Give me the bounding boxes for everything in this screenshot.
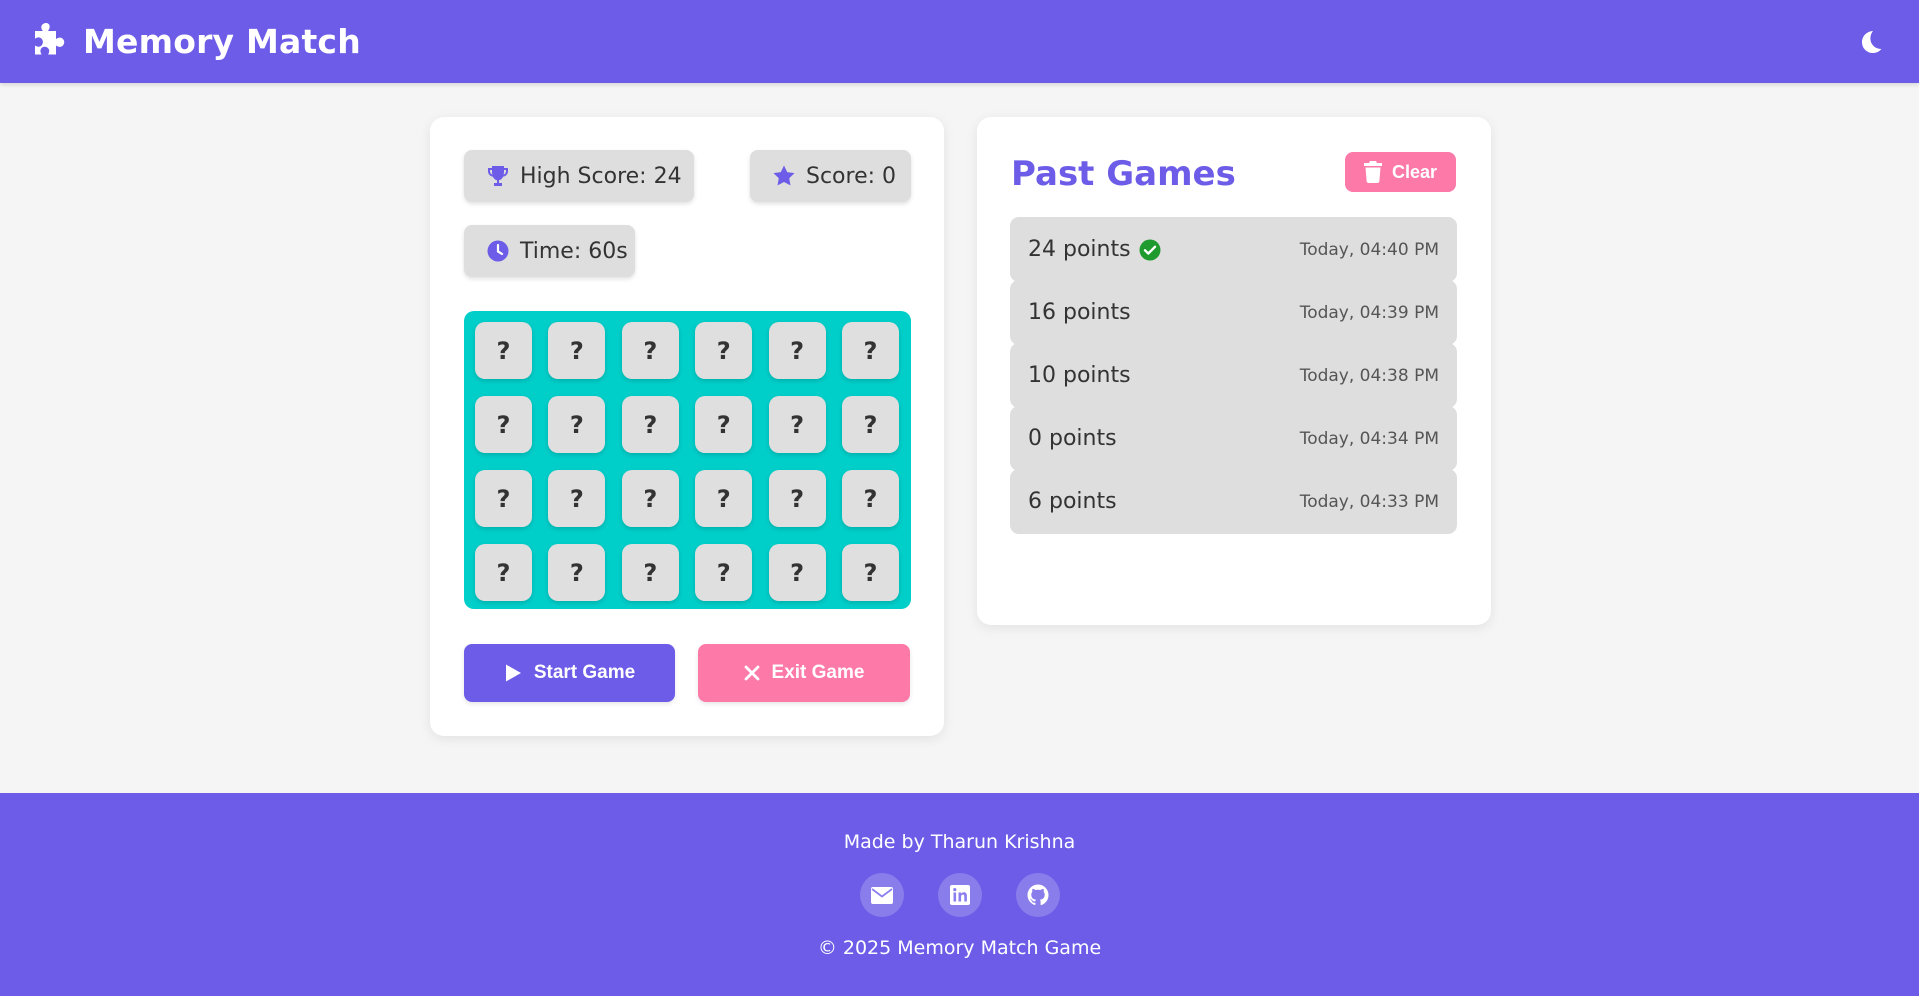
past-game-points: 24 points — [1028, 237, 1131, 262]
trophy-icon — [488, 166, 508, 186]
memory-card-tile[interactable]: ? — [621, 322, 679, 379]
memory-card-tile[interactable]: ? — [841, 544, 899, 601]
memory-card-tile[interactable]: ? — [841, 322, 899, 379]
memory-card-tile[interactable]: ? — [768, 544, 826, 601]
memory-card-tile[interactable]: ? — [475, 322, 532, 379]
memory-card-tile[interactable]: ? — [621, 396, 679, 453]
app-footer: Made by Tharun Krishna © 2025 Memory Mat… — [0, 793, 1919, 996]
clear-label: Clear — [1391, 161, 1438, 182]
game-panel: High Score: 24 Score: 0 Time: 60s ??????… — [430, 117, 944, 736]
past-game-time: Today, 04:33 PM — [1299, 491, 1439, 512]
memory-card-tile[interactable]: ? — [621, 544, 679, 601]
puzzle-piece-icon — [35, 22, 65, 54]
past-game-score-group: 16 points — [1028, 300, 1131, 325]
trash-icon — [1363, 161, 1382, 183]
past-games-title: Past Games — [1011, 154, 1236, 194]
timer-badge: Time: 60s — [464, 225, 635, 277]
memory-card-tile[interactable]: ? — [548, 470, 606, 527]
close-icon — [744, 665, 759, 681]
past-game-row: 6 points Today, 04:33 PM — [1010, 469, 1457, 534]
past-game-points: 0 points — [1028, 426, 1117, 451]
past-game-time: Today, 04:39 PM — [1299, 302, 1439, 323]
memory-card-tile[interactable]: ? — [621, 470, 679, 527]
memory-card-tile[interactable]: ? — [475, 396, 532, 453]
copyright-text: © 2025 Memory Match Game — [817, 937, 1102, 959]
memory-card-tile[interactable]: ? — [841, 470, 899, 527]
score-text: Score: 0 — [806, 163, 897, 189]
high-score-text: High Score: 24 — [520, 163, 682, 189]
github-link[interactable] — [1015, 873, 1060, 917]
memory-card-tile[interactable]: ? — [841, 396, 899, 453]
past-game-time: Today, 04:40 PM — [1299, 239, 1439, 260]
clear-history-button[interactable]: Clear — [1345, 152, 1456, 192]
made-by-text: Made by Tharun Krishna — [843, 831, 1076, 853]
github-icon — [1027, 884, 1048, 906]
score-badge: Score: 0 — [750, 150, 911, 202]
clock-icon — [487, 240, 509, 262]
social-links — [0, 873, 1919, 917]
check-circle-icon — [1139, 239, 1161, 260]
memory-card-tile[interactable]: ? — [695, 322, 753, 379]
memory-card-tile[interactable]: ? — [768, 470, 826, 527]
linkedin-link[interactable] — [937, 873, 982, 917]
past-game-time: Today, 04:38 PM — [1299, 365, 1439, 386]
star-icon — [773, 165, 795, 186]
past-game-score-group: 0 points — [1028, 426, 1117, 451]
timer-text: Time: 60s — [520, 238, 628, 264]
past-game-score-group: 24 points — [1028, 237, 1161, 262]
email-icon — [870, 886, 893, 904]
high-score-badge: High Score: 24 — [464, 150, 694, 202]
past-game-row: 0 points Today, 04:34 PM — [1010, 406, 1457, 471]
card-board: ???????????????????????? — [464, 311, 911, 609]
play-icon — [505, 664, 521, 682]
memory-card-tile[interactable]: ? — [475, 470, 532, 527]
past-game-row: 10 points Today, 04:38 PM — [1010, 343, 1457, 408]
email-link[interactable] — [859, 873, 904, 917]
app-header: Memory Match — [0, 0, 1919, 83]
past-game-row: 24 points Today, 04:40 PM — [1010, 217, 1457, 282]
memory-card-tile[interactable]: ? — [548, 322, 606, 379]
past-game-score-group: 6 points — [1028, 489, 1117, 514]
past-game-points: 6 points — [1028, 489, 1117, 514]
past-game-time: Today, 04:34 PM — [1299, 428, 1439, 449]
past-game-row: 16 points Today, 04:39 PM — [1010, 280, 1457, 345]
linkedin-icon — [949, 885, 970, 905]
brand: Memory Match — [31, 22, 361, 62]
exit-game-button[interactable]: Exit Game — [698, 644, 910, 702]
memory-card-tile[interactable]: ? — [695, 396, 753, 453]
exit-game-label: Exit Game — [771, 662, 865, 683]
memory-card-tile[interactable]: ? — [695, 470, 753, 527]
past-games-panel: Past Games Clear 24 points Today, 04:40 P… — [977, 117, 1491, 625]
memory-card-tile[interactable]: ? — [548, 544, 606, 601]
memory-card-tile[interactable]: ? — [475, 544, 532, 601]
memory-card-tile[interactable]: ? — [548, 396, 606, 453]
memory-card-tile[interactable]: ? — [768, 322, 826, 379]
memory-card-tile[interactable]: ? — [695, 544, 753, 601]
moon-icon[interactable] — [1858, 28, 1886, 56]
past-game-points: 10 points — [1028, 363, 1131, 388]
start-game-label: Start Game — [533, 662, 636, 683]
past-game-points: 16 points — [1028, 300, 1131, 325]
memory-card-tile[interactable]: ? — [768, 396, 826, 453]
start-game-button[interactable]: Start Game — [464, 644, 675, 702]
past-game-score-group: 10 points — [1028, 363, 1131, 388]
app-title: Memory Match — [83, 22, 361, 61]
